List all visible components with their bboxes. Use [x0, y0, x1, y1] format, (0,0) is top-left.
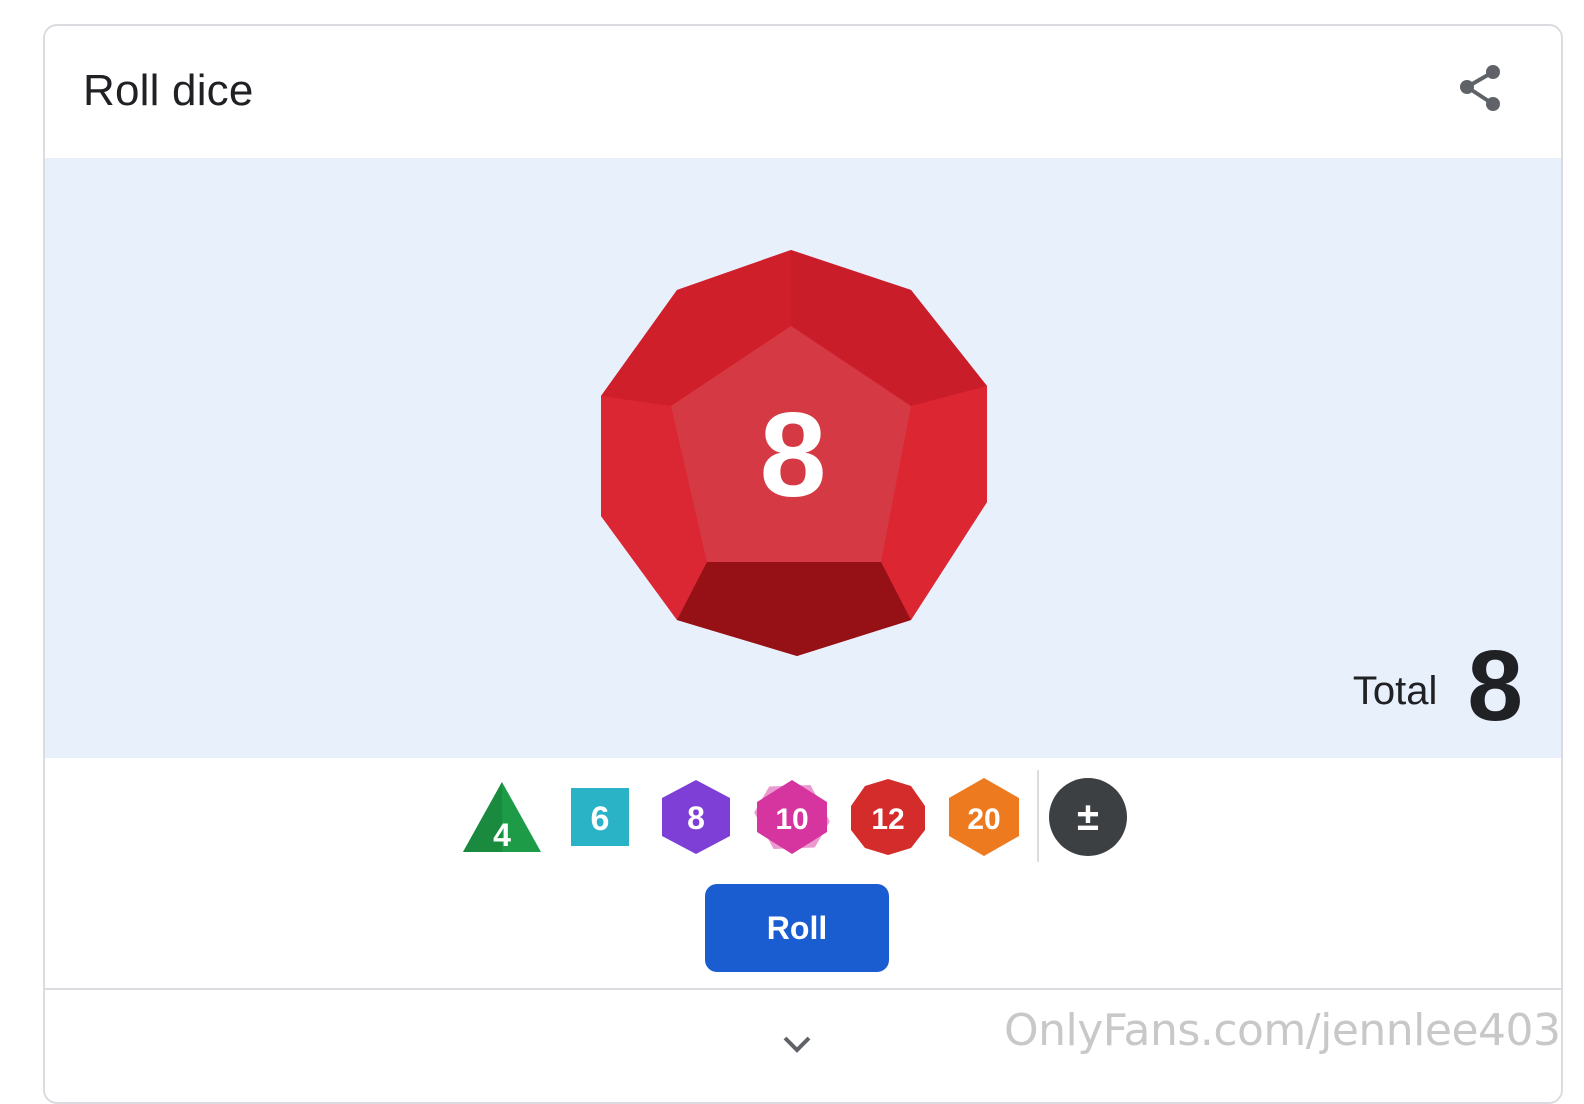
d6-die-button[interactable]: 6 — [559, 776, 641, 858]
dice-stage: 8 Total 8 — [45, 158, 1561, 758]
d8-die-button[interactable]: 8 — [655, 776, 737, 858]
rolled-d12-die: 8 — [601, 250, 987, 656]
dice-picker: 4 6 8 10 12 20 ± — [45, 768, 1561, 868]
d20-die-button[interactable]: 20 — [943, 776, 1025, 858]
picker-divider — [1037, 770, 1039, 862]
svg-text:±: ± — [1077, 795, 1099, 839]
watermark-text: OnlyFans.com/jennlee403 — [1004, 1005, 1561, 1056]
svg-text:12: 12 — [871, 803, 904, 836]
svg-text:4: 4 — [493, 817, 511, 853]
roll-button[interactable]: Roll — [705, 884, 889, 972]
modifier-button[interactable]: ± — [1047, 776, 1129, 858]
d12-die-button[interactable]: 12 — [847, 776, 929, 858]
card-header: Roll dice — [45, 26, 1561, 158]
svg-text:6: 6 — [591, 800, 610, 838]
total-label: Total — [1352, 669, 1438, 713]
share-icon[interactable] — [1453, 60, 1509, 116]
rolled-face-value: 8 — [760, 388, 827, 522]
footer-divider — [45, 988, 1561, 990]
card-title: Roll dice — [83, 66, 254, 115]
total-value: 8 — [1467, 630, 1523, 742]
total-display: Total 8 — [1352, 630, 1523, 742]
chevron-down-icon[interactable] — [777, 1026, 817, 1062]
roll-dice-card: Roll dice 8 Total 8 4 6 8 10 12 20 ± Rol… — [43, 24, 1563, 1104]
d4-die-button[interactable]: 4 — [461, 776, 543, 858]
svg-text:8: 8 — [687, 800, 705, 836]
svg-text:10: 10 — [775, 803, 808, 836]
svg-text:20: 20 — [967, 803, 1000, 836]
d10-die-button[interactable]: 10 — [751, 776, 833, 858]
